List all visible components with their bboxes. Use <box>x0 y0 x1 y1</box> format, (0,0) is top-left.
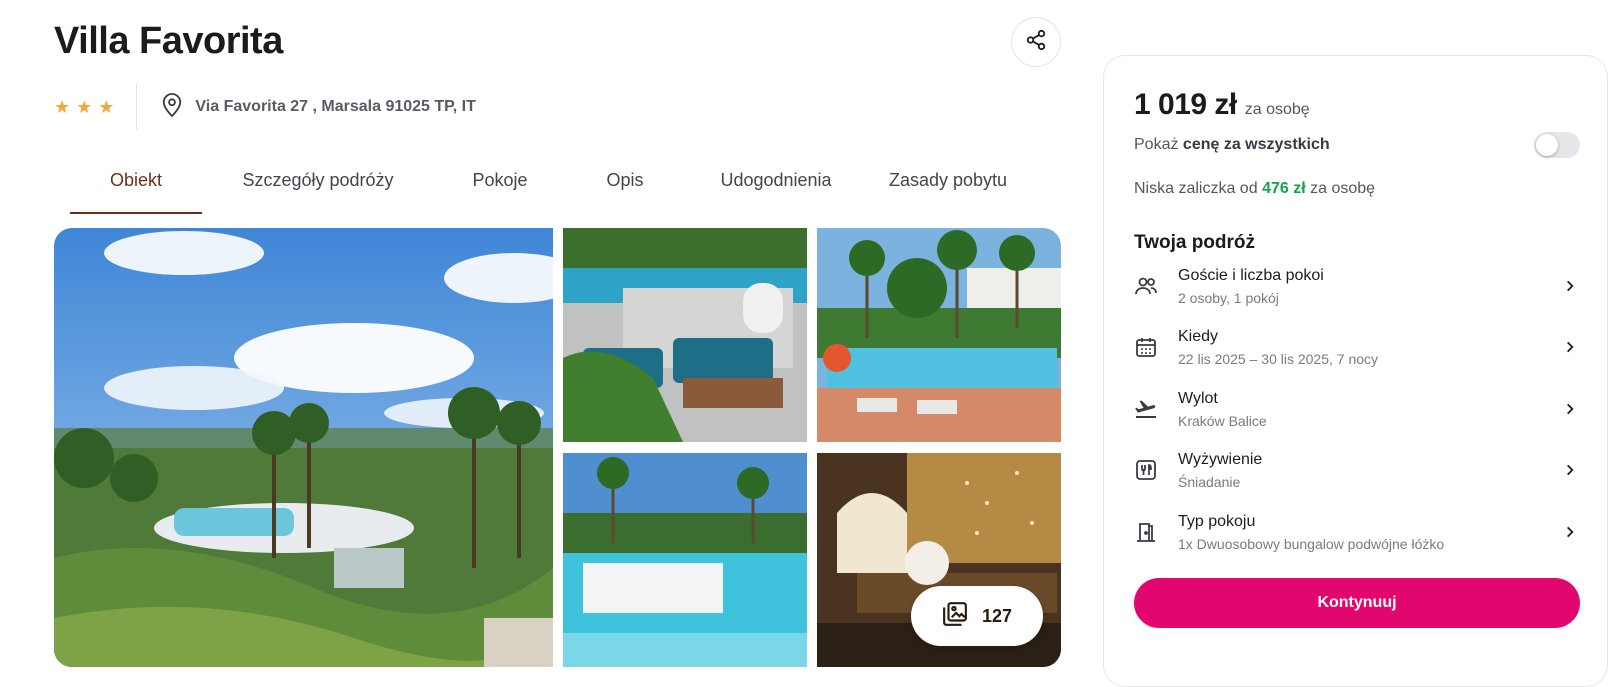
photo-gallery: 127 <box>54 228 1061 667</box>
gallery-photo-terrace[interactable] <box>563 228 807 442</box>
trip-value: 2 osoby, 1 pokój <box>1178 289 1279 306</box>
trip-item-meals[interactable]: Wyżywienie Śniadanie <box>1134 444 1580 496</box>
share-icon <box>1025 29 1047 56</box>
trip-title: Twoja podróż <box>1134 232 1256 253</box>
gallery-photo-pool-palms[interactable] <box>817 228 1061 442</box>
gallery-photo-pool[interactable] <box>563 453 807 667</box>
price: 1 019 zł <box>1134 88 1237 121</box>
tab-obiekt[interactable]: Obiekt <box>70 160 202 214</box>
chevron-right-icon <box>1560 276 1580 296</box>
booking-panel: 1 019 zł za osobę Pokaż cenę za wszystki… <box>1103 55 1608 687</box>
total-price-toggle[interactable] <box>1534 132 1580 158</box>
room-door-icon <box>1134 520 1158 544</box>
star-icon: ★ <box>98 97 115 117</box>
tab-opis[interactable]: Opis <box>566 160 684 214</box>
deposit-amount: 476 zł <box>1262 180 1306 197</box>
continue-button[interactable]: Kontynuuj <box>1134 578 1580 628</box>
star-rating: ★ ★ ★ <box>54 84 138 130</box>
price-per-person: za osobę <box>1244 101 1310 118</box>
trip-value: 1x Dwuosobowy bungalow podwójne łóżko <box>1178 535 1445 552</box>
toggle-label: Pokaż cenę za wszystkich <box>1134 136 1330 153</box>
star-icon: ★ <box>54 97 71 117</box>
section-tabs: Obiekt Szczegóły podróży Pokoje Opis Udo… <box>70 160 1060 214</box>
tab-pokoje[interactable]: Pokoje <box>434 160 566 214</box>
chevron-right-icon <box>1560 460 1580 480</box>
trip-label: Goście i liczba pokoi <box>1178 266 1324 284</box>
photo-count: 127 <box>981 605 1013 626</box>
total-price-toggle-row: Pokaż cenę za wszystkich <box>1134 132 1580 158</box>
meal-icon <box>1134 458 1158 482</box>
trip-value: Śniadanie <box>1178 473 1241 490</box>
star-icon: ★ <box>76 97 93 117</box>
photo-gallery-icon <box>942 601 968 632</box>
address-text: Via Favorita 27 , Marsala 91025 TP, IT <box>195 98 476 115</box>
toggle-knob <box>1536 134 1558 156</box>
trip-value: Kraków Balice <box>1178 412 1267 429</box>
hotel-address[interactable]: Via Favorita 27 , Marsala 91025 TP, IT <box>161 92 476 123</box>
plane-departure-icon <box>1134 397 1158 421</box>
chevron-right-icon <box>1560 337 1580 357</box>
trip-label: Typ pokoju <box>1178 512 1256 530</box>
tab-zasady-pobytu[interactable]: Zasady pobytu <box>868 160 1028 214</box>
price-line: 1 019 zł za osobę <box>1134 88 1310 122</box>
trip-label: Wyżywienie <box>1178 450 1263 468</box>
calendar-icon <box>1134 335 1158 359</box>
trip-label: Wylot <box>1178 389 1218 407</box>
hotel-title: Villa Favorita <box>54 20 283 62</box>
trip-item-departure[interactable]: Wylot Kraków Balice <box>1134 383 1580 435</box>
trip-item-room-type[interactable]: Typ pokoju 1x Dwuosobowy bungalow podwój… <box>1134 506 1580 558</box>
tab-szczegoly-podrozy[interactable]: Szczegóły podróży <box>202 160 434 214</box>
chevron-right-icon <box>1560 399 1580 419</box>
trip-item-guests[interactable]: Goście i liczba pokoi 2 osoby, 1 pokój <box>1134 260 1580 312</box>
tab-udogodnienia[interactable]: Udogodnienia <box>684 160 868 214</box>
deposit-info: Niska zaliczka od 476 zł za osobę <box>1134 180 1376 197</box>
location-pin-icon <box>161 92 183 123</box>
share-button[interactable] <box>1011 17 1061 67</box>
photo-count-button[interactable]: 127 <box>911 586 1043 646</box>
hotel-meta: ★ ★ ★ Via Favorita 27 , Marsala 91025 TP… <box>54 84 476 130</box>
trip-item-dates[interactable]: Kiedy 22 lis 2025 – 30 lis 2025, 7 nocy <box>1134 321 1580 373</box>
trip-value: 22 lis 2025 – 30 lis 2025, 7 nocy <box>1178 350 1379 367</box>
trip-label: Kiedy <box>1178 327 1219 345</box>
guests-icon <box>1134 274 1158 298</box>
gallery-main-photo[interactable] <box>54 228 553 667</box>
chevron-right-icon <box>1560 522 1580 542</box>
